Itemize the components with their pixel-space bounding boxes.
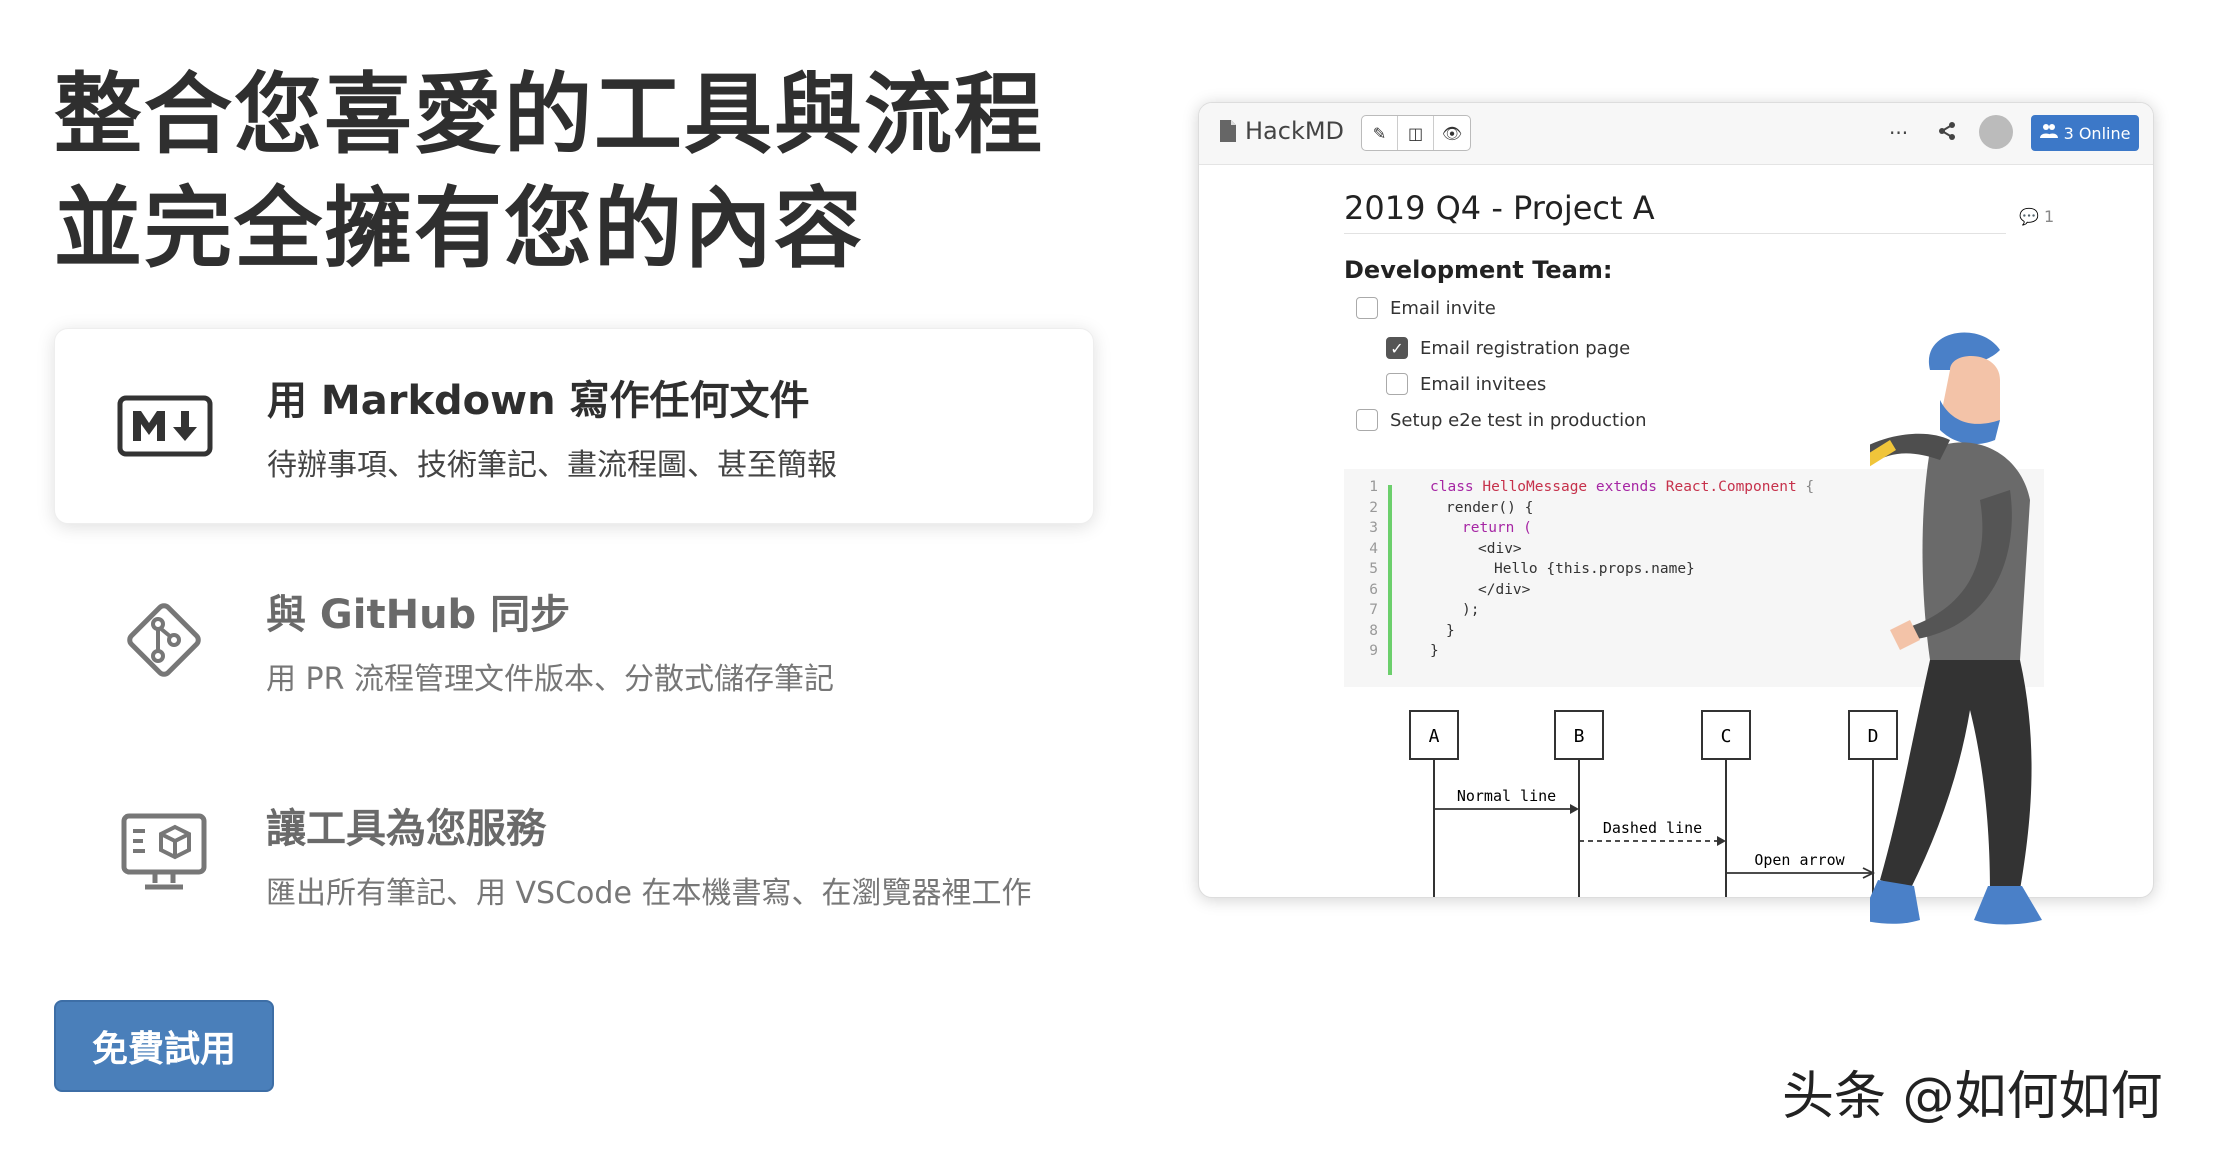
- message-label: Dashed line: [1603, 819, 1702, 837]
- split-mode-icon[interactable]: ◫: [1398, 116, 1434, 150]
- monitor-box-icon: [114, 804, 214, 904]
- git-icon: [114, 590, 214, 690]
- landing-page: 整合您喜愛的工具與流程 並完全擁有您的內容 用 Markdown 寫作任何文件 …: [0, 0, 2224, 1150]
- message-label: Normal line: [1457, 787, 1556, 805]
- code-line: class HelloMessage extends React.Compone…: [1430, 479, 1815, 495]
- code-line: Hello {this.props.name}: [1494, 561, 1695, 577]
- section-heading: Development Team:: [1344, 256, 1613, 284]
- watermark: 头条 @如何如何: [1782, 1067, 2163, 1127]
- code-line-number: 3: [1369, 520, 1378, 536]
- editor-toolbar: HackMD ✎ ◫ 👁 ··· 3 Online: [1199, 103, 2153, 165]
- feature-card-tools[interactable]: 讓工具為您服務 匯出所有筆記、用 VSCode 在本機書寫、在瀏覽器裡工作: [54, 756, 1094, 952]
- message-label: Open arrow: [1754, 851, 1845, 869]
- view-mode-switch: ✎ ◫ 👁: [1361, 115, 1471, 151]
- code-line-number: 1: [1369, 479, 1378, 495]
- code-line: );: [1462, 602, 1480, 618]
- feature-title: 與 GitHub 同步: [266, 592, 571, 638]
- feature-title: 讓工具為您服務: [266, 806, 546, 852]
- task-label: Email registration page: [1420, 337, 1631, 359]
- task-item[interactable]: Email invite: [1356, 290, 2006, 326]
- checkbox[interactable]: [1356, 409, 1378, 431]
- message-arrowhead: [1570, 804, 1579, 814]
- code-line: return (: [1462, 520, 1532, 536]
- view-mode-icon[interactable]: 👁: [1434, 116, 1470, 150]
- markdown-icon: [115, 376, 215, 476]
- code-line-number: 5: [1369, 561, 1378, 577]
- feature-desc: 待辦事項、技術筆記、畫流程圖、甚至簡報: [267, 448, 837, 483]
- code-line-number: 9: [1369, 643, 1378, 659]
- avatar[interactable]: [1979, 115, 2013, 149]
- task-label: Setup e2e test in production: [1390, 409, 1647, 431]
- hero-title-line1: 整合您喜愛的工具與流程: [54, 63, 1045, 166]
- code-line: </div>: [1478, 581, 1531, 598]
- share-icon[interactable]: [1938, 121, 1956, 145]
- code-line-number: 2: [1369, 499, 1378, 516]
- code-line-number: 8: [1369, 622, 1378, 639]
- toolbar-right: ···: [1889, 121, 1956, 145]
- document-icon: [1220, 120, 1236, 142]
- task-label: Email invitees: [1420, 373, 1547, 395]
- more-icon[interactable]: ···: [1889, 121, 1908, 145]
- code-line: <div>: [1478, 540, 1522, 557]
- doc-title: 2019 Q4 - Project A: [1344, 189, 2006, 234]
- person-illustration: [1870, 332, 2042, 925]
- code-line: }: [1446, 622, 1455, 639]
- feature-desc: 用 PR 流程管理文件版本、分散式儲存筆記: [266, 662, 835, 697]
- code-line: }: [1430, 643, 1439, 659]
- actor-label: C: [1721, 726, 1732, 747]
- hero-title-line2: 並完全擁有您的內容: [54, 177, 865, 280]
- feature-card-github[interactable]: 與 GitHub 同步 用 PR 流程管理文件版本、分散式儲存筆記: [54, 542, 1094, 738]
- actor-label: A: [1429, 726, 1440, 747]
- actor-label: B: [1574, 726, 1585, 747]
- task-label: Email invite: [1390, 297, 1496, 319]
- brand-name: HackMD: [1245, 117, 1345, 145]
- code-line-number: 7: [1369, 602, 1378, 618]
- checkbox[interactable]: [1356, 297, 1378, 319]
- checkbox-checked[interactable]: ✓: [1386, 337, 1408, 359]
- online-users-badge[interactable]: 3 Online: [2031, 115, 2139, 151]
- code-change-bar: [1388, 485, 1392, 675]
- edit-mode-icon[interactable]: ✎: [1362, 116, 1398, 150]
- feature-desc: 匯出所有筆記、用 VSCode 在本機書寫、在瀏覽器裡工作: [266, 876, 1032, 911]
- code-line: render() {: [1446, 499, 1534, 516]
- checkbox[interactable]: [1386, 373, 1408, 395]
- feature-title: 用 Markdown 寫作任何文件: [267, 378, 810, 424]
- editor-brand: HackMD: [1219, 117, 1344, 145]
- free-trial-button[interactable]: 免費試用: [54, 1000, 274, 1092]
- comment-count-value: 1: [2044, 207, 2055, 226]
- hero-title: 整合您喜愛的工具與流程 並完全擁有您的內容: [54, 58, 1044, 286]
- comment-icon: 💬: [2019, 207, 2039, 226]
- feature-card-markdown[interactable]: 用 Markdown 寫作任何文件 待辦事項、技術筆記、畫流程圖、甚至簡報: [54, 328, 1094, 524]
- online-count: 3 Online: [2063, 123, 2131, 143]
- comment-count[interactable]: 💬 1: [2019, 207, 2054, 226]
- message-arrowhead: [1717, 836, 1726, 846]
- code-line-number: 6: [1369, 581, 1378, 598]
- code-line-number: 4: [1369, 540, 1378, 557]
- users-icon: [2039, 123, 2058, 143]
